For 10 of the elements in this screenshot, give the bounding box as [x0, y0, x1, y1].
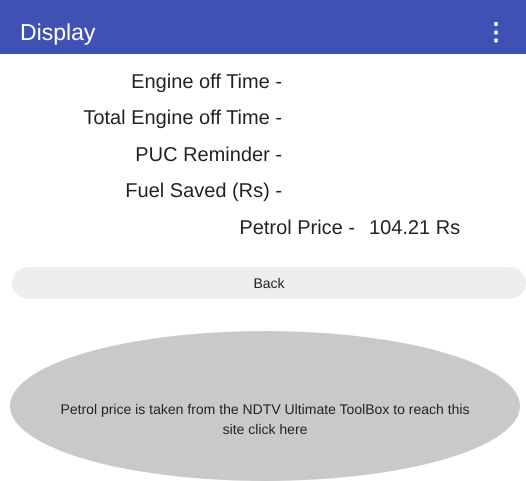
- field-label: Total Engine off Time -: [82, 107, 282, 130]
- field-label: Petrol Price -: [238, 216, 355, 240]
- back-button[interactable]: Back: [12, 266, 526, 299]
- field-label: Fuel Saved (Rs) -: [124, 180, 282, 204]
- field-label: Engine off Time -: [130, 70, 282, 94]
- field-value: 104.21 Rs: [369, 216, 460, 240]
- info-button[interactable]: Petrol price is taken from the NDTV Ultimate ToolBox to reach this site click here: [10, 331, 520, 481]
- field-label: PUC Reminder -: [134, 144, 282, 167]
- menu-button[interactable]: ⋮: [480, 18, 512, 47]
- screen-title: Display: [20, 18, 96, 46]
